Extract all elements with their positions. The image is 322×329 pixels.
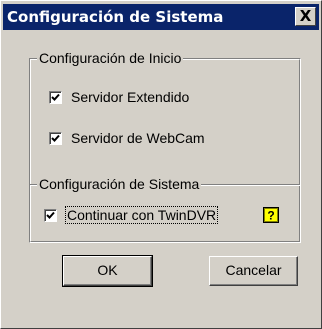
checkbox-box[interactable]: [49, 90, 62, 104]
close-button[interactable]: X: [295, 7, 316, 26]
checkbox-label: Servidor Extendido: [71, 89, 190, 105]
checkmark-icon: [46, 211, 55, 219]
checkbox-label: Continuar con TwinDVR: [64, 206, 219, 224]
checkbox-continuar-twindvr[interactable]: Continuar con TwinDVR: [44, 206, 219, 224]
checkmark-icon: [51, 93, 60, 101]
dialog-window: Configuración de Sistema X Configuración…: [0, 0, 322, 329]
title-bar[interactable]: Configuración de Sistema X: [3, 4, 319, 30]
checkbox-label: Servidor de WebCam: [71, 130, 205, 146]
checkbox-box[interactable]: [44, 208, 57, 222]
svg-text:?: ?: [267, 209, 274, 223]
checkmark-icon: [51, 134, 60, 142]
window-title: Configuración de Sistema: [7, 8, 224, 26]
checkbox-servidor-webcam[interactable]: Servidor de WebCam: [49, 130, 205, 146]
help-icon[interactable]: ?: [263, 207, 279, 223]
cancel-button[interactable]: Cancelar: [209, 256, 298, 286]
close-icon: X: [299, 7, 312, 25]
group-legend-inicio: Configuración de Inicio: [37, 50, 184, 66]
group-legend-sistema: Configuración de Sistema: [37, 176, 202, 192]
checkbox-box[interactable]: [49, 131, 62, 145]
checkbox-servidor-extendido[interactable]: Servidor Extendido: [49, 89, 189, 105]
ok-button[interactable]: OK: [62, 255, 153, 287]
